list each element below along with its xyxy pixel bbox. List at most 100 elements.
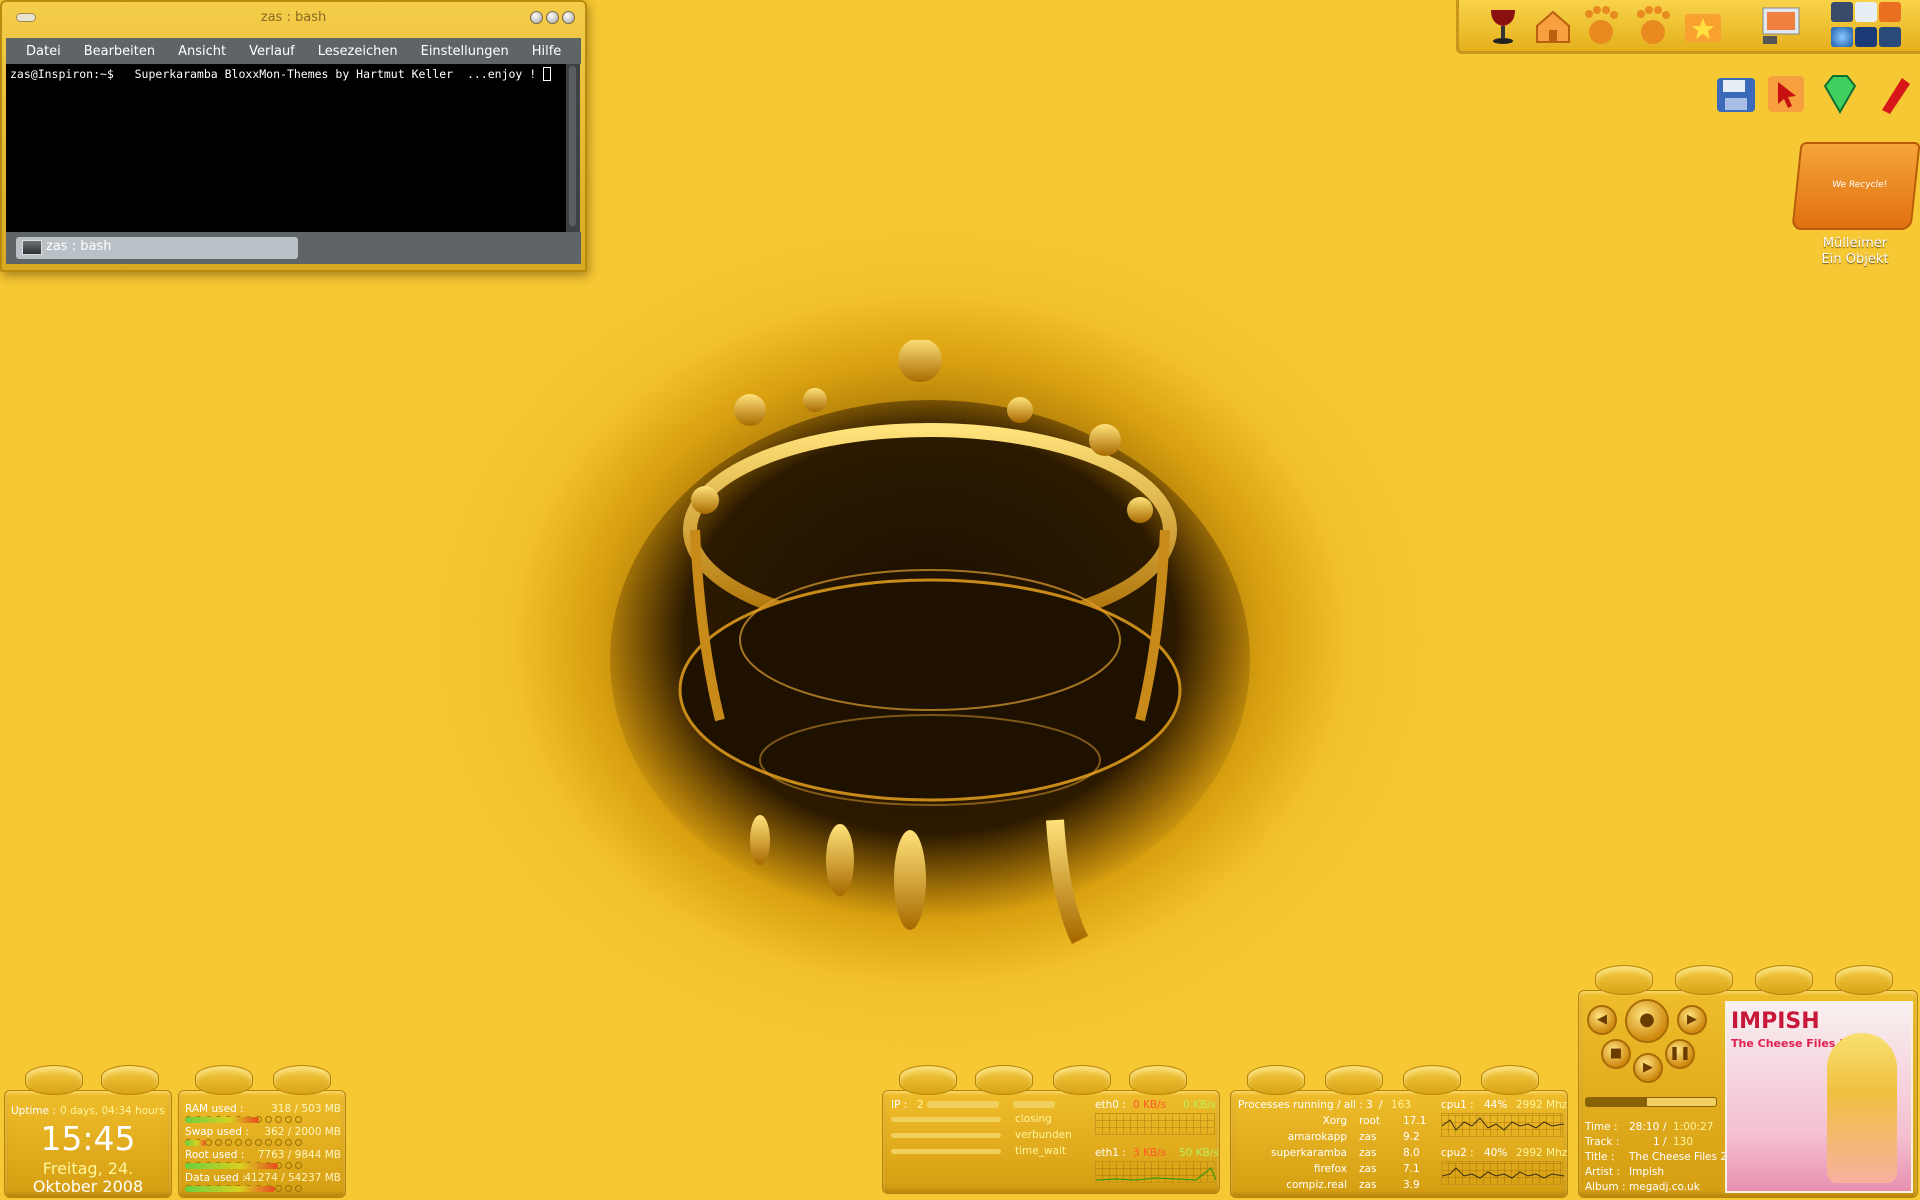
menu-einstellungen[interactable]: Einstellungen: [421, 44, 509, 59]
lego-stud: [1129, 1065, 1187, 1095]
process-cpu: 17.1: [1403, 1115, 1427, 1127]
process-name: firefox: [1313, 1163, 1347, 1175]
play-button[interactable]: ▶: [1633, 1053, 1663, 1083]
track-total: 130: [1673, 1136, 1694, 1148]
memory-row-label: Swap used :: [185, 1126, 249, 1138]
cpu2-load-line: [1441, 1167, 1565, 1179]
trash-label: Mülleimer: [1822, 236, 1888, 251]
home-icon[interactable]: [1531, 4, 1575, 48]
time-label: Time :: [1585, 1121, 1618, 1133]
maximize-button[interactable]: [546, 11, 559, 24]
cpu2-graph: [1441, 1161, 1565, 1185]
menu-bearbeiten[interactable]: Bearbeiten: [84, 44, 155, 59]
close-button[interactable]: [562, 11, 575, 24]
cursor-icon[interactable]: [1764, 70, 1810, 116]
lego-stud: [1835, 965, 1893, 995]
menu-hilfe[interactable]: Hilfe: [532, 44, 562, 59]
memory-row-label: Data used :: [185, 1172, 246, 1184]
eth1-in: 3 KB/s: [1133, 1147, 1167, 1159]
documents-icon[interactable]: [1855, 2, 1877, 22]
ip-label: IP :: [891, 1099, 908, 1111]
terminal-screen[interactable]: zas@Inspiron:~$ Superkaramba BloxxMon-Th…: [6, 64, 566, 232]
memory-row-value: 362 / 2000 MB: [264, 1126, 341, 1138]
quicklaunch-panel: [1456, 0, 1920, 54]
trash-bin-text: We Recycle!: [1831, 180, 1888, 190]
trash-desktop-icon[interactable]: We Recycle! Mülleimer Ein Objekt: [1790, 120, 1920, 270]
desktop-monitor-icon[interactable]: [1759, 4, 1803, 48]
cpu1-load-line: [1441, 1117, 1565, 1131]
cover-title: IMPISH: [1731, 1009, 1820, 1034]
memory-usage-bar: [185, 1140, 206, 1146]
playback-progress-fill: [1586, 1098, 1648, 1106]
state-verbunden: verbunden: [1015, 1129, 1072, 1141]
process-name: amarokapp: [1287, 1131, 1347, 1143]
minimize-button[interactable]: [530, 11, 543, 24]
artist-value: Impish: [1629, 1166, 1665, 1178]
processes-all: 163: [1391, 1099, 1412, 1111]
package-icon[interactable]: [1879, 2, 1901, 22]
menubar: Datei Bearbeiten Ansicht Verlauf Lesezei…: [6, 38, 581, 64]
menu-verlauf[interactable]: Verlauf: [249, 44, 295, 59]
lego-stud: [899, 1065, 957, 1095]
clock-widget: Uptime : 0 days, 04:34 hours 15:45 Freit…: [4, 1065, 172, 1198]
menu-ansicht[interactable]: Ansicht: [178, 44, 226, 59]
window-titlebar[interactable]: zas : bash: [2, 2, 585, 34]
playback-progress[interactable]: [1585, 1097, 1717, 1107]
lego-stud: [975, 1065, 1033, 1095]
processes-running: 3: [1366, 1099, 1373, 1111]
stop-button[interactable]: ■: [1601, 1039, 1631, 1069]
lego-stud: [1675, 965, 1733, 995]
lego-stud: [195, 1065, 253, 1095]
gnome-foot-icon[interactable]: [1631, 4, 1675, 48]
amarok-button[interactable]: ●: [1625, 999, 1669, 1043]
previous-track-button[interactable]: ◀: [1587, 1005, 1617, 1035]
lego-stud: [25, 1065, 83, 1095]
trash-bin-icon: We Recycle!: [1791, 142, 1920, 230]
process-name: Xorg: [1322, 1115, 1347, 1127]
process-cpu: 3.9: [1403, 1179, 1420, 1191]
cpu1-label: cpu1 :: [1441, 1099, 1474, 1111]
state-time-wait: time_wait: [1015, 1145, 1067, 1157]
terminal-window[interactable]: zas : bash Datei Bearbeiten Ansicht Verl…: [0, 0, 587, 272]
terminal-tab-label: zas : bash: [46, 239, 112, 254]
clock-date: Freitag, 24.: [42, 1159, 134, 1178]
eth0-in: 0 KB/s: [1133, 1099, 1167, 1111]
ip-bar: [1013, 1101, 1055, 1108]
cpu2-percent: 40%: [1484, 1147, 1508, 1159]
terminal-scrollbar[interactable]: [566, 64, 580, 232]
lego-stud: [1755, 965, 1813, 995]
memory-usage-bar: [185, 1186, 275, 1192]
artist-label: Artist :: [1585, 1166, 1620, 1178]
pause-button[interactable]: ❚❚: [1665, 1039, 1695, 1069]
menu-lesezeichen[interactable]: Lesezeichen: [318, 44, 398, 59]
eth1-traffic-line: [1095, 1167, 1217, 1181]
next-track-button[interactable]: ▶: [1677, 1005, 1707, 1035]
gimp-foot-icon[interactable]: [1579, 4, 1623, 48]
speaker-icon[interactable]: [1831, 2, 1853, 22]
state-closing: closing: [1015, 1113, 1052, 1125]
eth0-graph: [1095, 1113, 1215, 1135]
clock-month-year: Oktober 2008: [32, 1177, 144, 1196]
process-cpu: 8.0: [1403, 1147, 1420, 1159]
save-disk-icon[interactable]: [1713, 70, 1759, 116]
connection-bar: [891, 1133, 1001, 1138]
scrollbar-thumb[interactable]: [569, 66, 576, 226]
pen-icon[interactable]: [1872, 70, 1918, 116]
clock-time: 15:45: [40, 1119, 136, 1158]
connection-bar: [891, 1149, 1001, 1154]
globe-icon[interactable]: [1831, 27, 1853, 47]
goblet-icon[interactable]: [1481, 4, 1525, 48]
gem-icon[interactable]: [1817, 70, 1863, 116]
cpu1-graph: [1441, 1113, 1565, 1137]
track-label: Track :: [1585, 1136, 1620, 1148]
terminal-tab[interactable]: zas : bash: [16, 237, 298, 259]
menu-datei[interactable]: Datei: [26, 44, 61, 59]
stats-icon[interactable]: [1855, 27, 1877, 47]
favorites-folder-icon[interactable]: [1681, 4, 1725, 48]
wallpaper-splash: [610, 340, 1250, 945]
eth1-label: eth1 :: [1095, 1147, 1126, 1159]
process-user: zas: [1359, 1179, 1377, 1191]
settings-icon[interactable]: [1879, 27, 1901, 47]
eth1-out: 50 KB/s: [1179, 1147, 1219, 1159]
cpu2-label: cpu2 :: [1441, 1147, 1474, 1159]
